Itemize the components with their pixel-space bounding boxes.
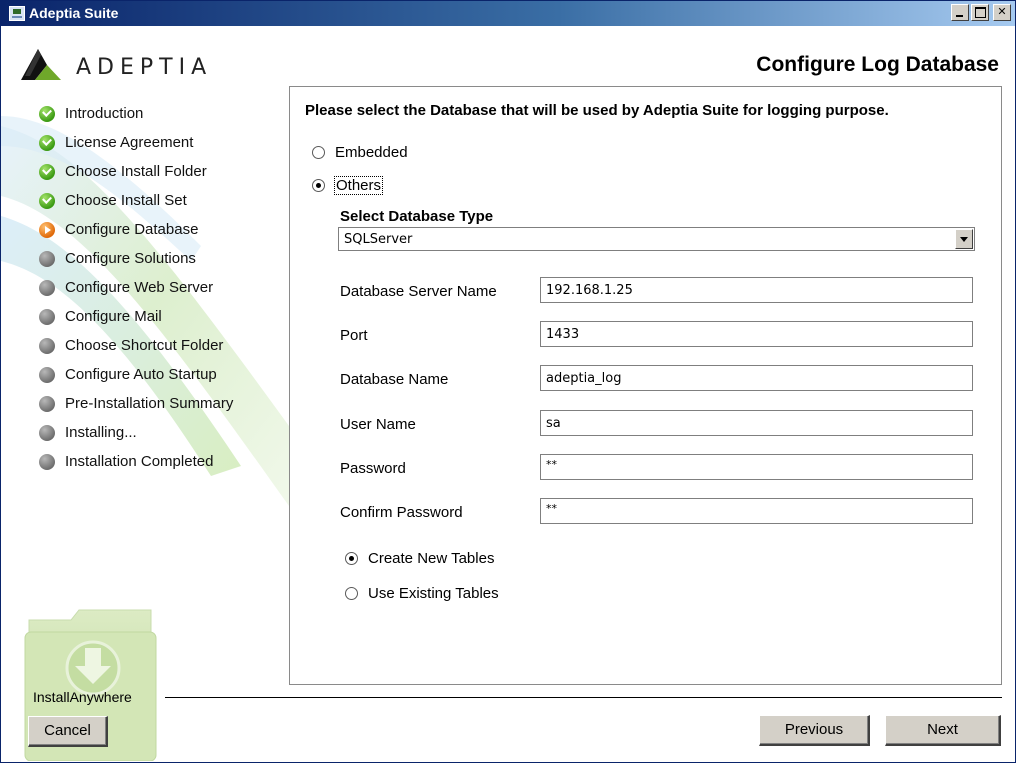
next-button[interactable]: Next	[885, 715, 1001, 746]
step-item: Configure Database	[39, 215, 233, 244]
step-item: Introduction	[39, 99, 233, 128]
others-radio[interactable]	[312, 179, 325, 192]
db-type-label: Select Database Type	[340, 208, 494, 225]
pending-dot-icon	[39, 453, 55, 470]
create-new-tables-label: Create New Tables	[368, 550, 495, 567]
embedded-radio[interactable]	[312, 146, 325, 159]
brand-name: ADEPTIA	[76, 55, 213, 80]
confirm-password-row: Confirm Password **	[340, 498, 973, 526]
pending-dot-icon	[39, 337, 55, 354]
step-label: Configure Mail	[65, 308, 162, 325]
db-name-label: Database Name	[340, 371, 449, 388]
server-name-label: Database Server Name	[340, 283, 497, 300]
db-name-input[interactable]: adeptia_log	[540, 365, 973, 391]
pending-dot-icon	[39, 424, 55, 441]
password-input[interactable]: **	[540, 454, 973, 480]
step-label: Configure Database	[65, 221, 199, 238]
db-name-row: Database Name adeptia_log	[340, 365, 973, 393]
install-steps-list: Introduction License Agreement Choose Inst…	[39, 99, 233, 476]
installanywhere-label: InstallAnywhere	[33, 689, 132, 705]
checkmark-icon	[39, 134, 55, 151]
confirm-password-label: Confirm Password	[340, 504, 463, 521]
embedded-option[interactable]: Embedded	[312, 144, 408, 161]
step-label: Introduction	[65, 105, 144, 122]
step-label: Configure Web Server	[65, 279, 214, 296]
content-panel: Please select the Database that will be …	[289, 86, 1002, 685]
embedded-label: Embedded	[335, 144, 408, 161]
db-type-select[interactable]: SQLServer	[338, 227, 975, 251]
db-type-value: SQLServer	[344, 232, 413, 247]
server-name-row: Database Server Name 192.168.1.25	[340, 277, 973, 305]
step-item: License Agreement	[39, 128, 233, 157]
step-item: Installing...	[39, 418, 233, 447]
window-controls: ✕	[951, 4, 1011, 21]
checkmark-icon	[39, 105, 55, 122]
others-option[interactable]: Others	[312, 176, 384, 195]
server-name-input[interactable]: 192.168.1.25	[540, 277, 973, 303]
user-name-label: User Name	[340, 416, 416, 433]
step-label: Choose Install Set	[65, 192, 187, 209]
checkmark-icon	[39, 192, 55, 209]
previous-button[interactable]: Previous	[759, 715, 870, 746]
confirm-password-input[interactable]: **	[540, 498, 973, 524]
window-title: Adeptia Suite	[29, 5, 119, 21]
others-label: Others	[333, 176, 384, 195]
page-title: Configure Log Database	[756, 53, 999, 76]
checkmark-icon	[39, 163, 55, 180]
step-item: Choose Install Folder	[39, 157, 233, 186]
use-existing-tables-label: Use Existing Tables	[368, 585, 499, 602]
pending-dot-icon	[39, 250, 55, 267]
current-step-arrow-icon	[39, 221, 55, 238]
pending-dot-icon	[39, 279, 55, 296]
step-item: Configure Auto Startup	[39, 360, 233, 389]
pending-dot-icon	[39, 395, 55, 412]
port-label: Port	[340, 327, 368, 344]
steps-sidebar: Introduction License Agreement Choose Inst…	[1, 86, 289, 686]
step-item: Choose Install Set	[39, 186, 233, 215]
step-label: Installing...	[65, 424, 137, 441]
step-item: Installation Completed	[39, 447, 233, 476]
step-label: Installation Completed	[65, 453, 214, 470]
pending-dot-icon	[39, 366, 55, 383]
chevron-down-icon[interactable]	[955, 229, 973, 249]
create-new-tables-option[interactable]: Create New Tables	[345, 550, 494, 567]
step-label: Choose Install Folder	[65, 163, 207, 180]
step-item: Choose Shortcut Folder	[39, 331, 233, 360]
maximize-button[interactable]	[971, 4, 989, 21]
footer-divider	[165, 697, 1002, 698]
step-label: Configure Auto Startup	[65, 366, 217, 383]
use-existing-tables-option[interactable]: Use Existing Tables	[345, 585, 499, 602]
step-item: Pre-Installation Summary	[39, 389, 233, 418]
minimize-button[interactable]	[951, 4, 969, 21]
port-input[interactable]: 1433	[540, 321, 973, 347]
step-label: Choose Shortcut Folder	[65, 337, 224, 354]
instruction-text: Please select the Database that will be …	[305, 102, 889, 119]
use-existing-tables-radio[interactable]	[345, 587, 358, 600]
step-label: Pre-Installation Summary	[65, 395, 234, 412]
cancel-button[interactable]: Cancel	[28, 716, 108, 747]
step-item: Configure Solutions	[39, 244, 233, 273]
adeptia-logo-icon	[21, 49, 61, 80]
password-label: Password	[340, 460, 406, 477]
user-name-input[interactable]: sa	[540, 410, 973, 436]
close-button[interactable]: ✕	[993, 4, 1011, 21]
step-label: License Agreement	[65, 134, 194, 151]
app-icon	[9, 6, 25, 21]
port-row: Port 1433	[340, 321, 973, 349]
step-label: Configure Solutions	[65, 250, 196, 267]
create-new-tables-radio[interactable]	[345, 552, 358, 565]
password-row: Password **	[340, 454, 973, 482]
step-item: Configure Web Server	[39, 273, 233, 302]
user-name-row: User Name sa	[340, 410, 973, 438]
pending-dot-icon	[39, 308, 55, 325]
title-bar[interactable]: Adeptia Suite ✕	[1, 1, 1015, 26]
step-item: Configure Mail	[39, 302, 233, 331]
installer-window: Adeptia Suite ✕ ADEPTIA Configure Log Da…	[0, 0, 1016, 763]
